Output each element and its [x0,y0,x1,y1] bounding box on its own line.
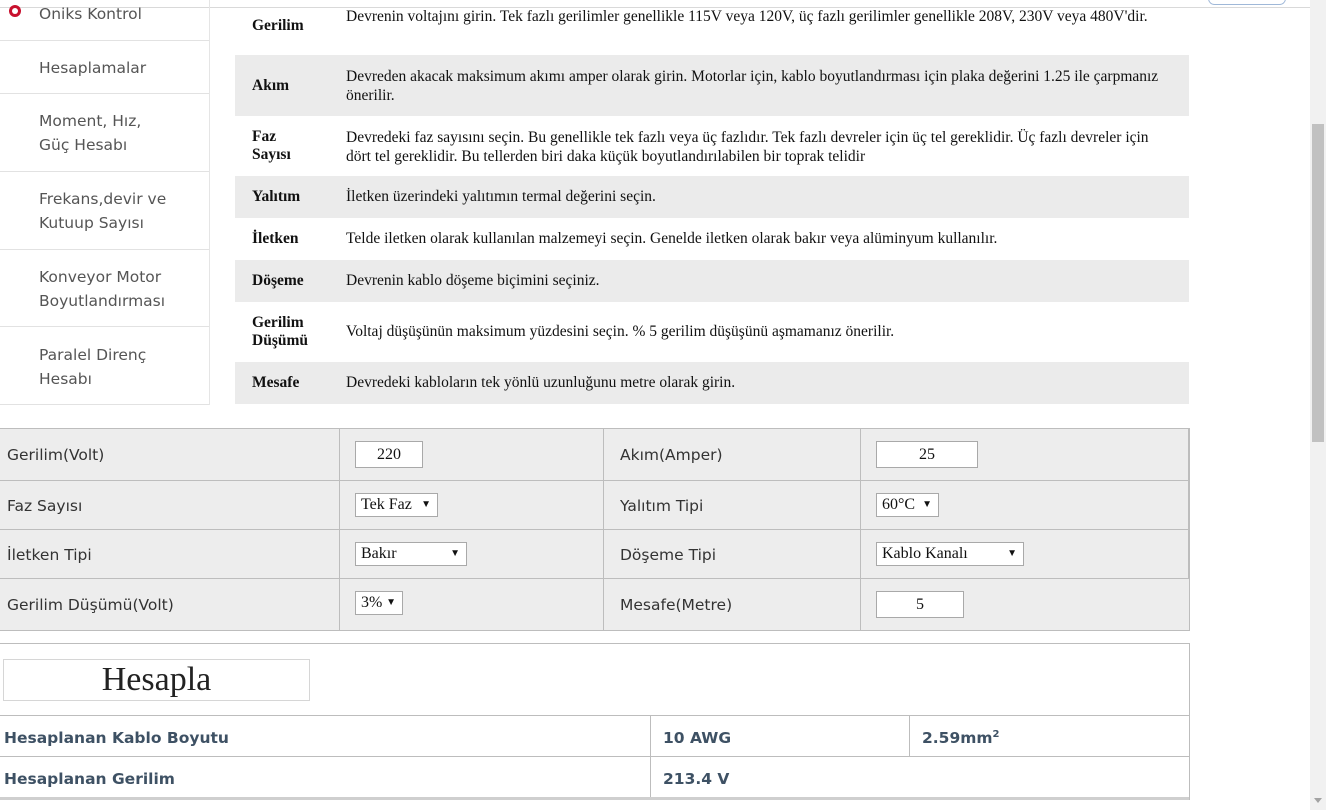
results-bottom-bar [0,797,1189,800]
sidebar-item-label: Frekans,devir ve Kutuup Sayısı [39,190,167,232]
info-row: Faz Sayısı Devredeki faz sayısını seçin.… [235,116,1189,176]
info-row: İletken Telde iletken olarak kullanılan … [235,218,1189,260]
caret-down-icon: ▼ [1007,548,1017,559]
info-desc: İletken üzerindeki yalıtımın termal değe… [346,188,656,205]
distance-input[interactable]: 5 [876,591,964,618]
sidebar: Oniks Kontrol Hesaplamalar Moment, Hız, … [0,0,210,405]
distance-label: Mesafe(Metre) [620,596,733,614]
install-select-value: Kablo Kanalı [882,545,968,562]
caret-down-icon: ▼ [421,499,431,510]
voltage-result-value: 213.4 V [663,770,730,788]
info-label: Döşeme [252,272,304,289]
form-cell: 220 [340,429,604,481]
info-label: Gerilim [252,17,304,34]
info-label: Mesafe [252,374,300,391]
sidebar-item-label: Oniks Kontrol [39,5,142,23]
info-desc: Devredeki kabloların tek yönlü uzunluğun… [346,374,736,391]
info-label: Faz Sayısı [252,128,291,163]
form-cell: Gerilim Düşümü(Volt) [0,579,340,631]
info-desc: Devreden akacak maksimum akımı amper ola… [346,68,1159,104]
browser-pill [1208,0,1286,5]
form-cell: Mesafe(Metre) [604,579,861,631]
phase-select-value: Tek Faz [361,496,412,513]
sidebar-item-label: Hesaplamalar [39,59,147,77]
form-cell: Döşeme Tipi [604,530,861,579]
info-label: Gerilim Düşümü [252,314,308,349]
calculate-button[interactable]: Hesapla [3,659,310,701]
info-desc: Devrenin kablo döşeme biçimini seçiniz. [346,272,600,289]
form-cell: Akım(Amper) [604,429,861,481]
info-label: Yalıtım [252,188,301,205]
sidebar-item-konveyor[interactable]: Konveyor Motor Boyutlandırması [0,250,209,327]
logo-icon [9,5,21,17]
voltage-result-label: Hesaplanan Gerilim [4,770,175,788]
phase-label: Faz Sayısı [7,497,83,515]
caret-down-icon: ▼ [450,548,460,559]
voltage-label: Gerilim(Volt) [7,446,105,464]
scroll-down-arrow-icon[interactable] [1314,798,1322,803]
cable-awg-value: 10 AWG [663,729,732,747]
sidebar-item-label: Konveyor Motor Boyutlandırması [39,268,166,310]
calculator-form: Gerilim(Volt) 220 Akım(Amper) 25 Faz Say… [0,428,1190,631]
divider [650,715,651,800]
form-cell: 3% ▼ [340,579,604,631]
install-select[interactable]: Kablo Kanalı ▼ [876,542,1024,566]
info-row: Mesafe Devredeki kabloların tek yönlü uz… [235,362,1189,404]
form-cell: 60°C ▼ [861,481,1189,530]
cable-mm2-value: 2.59mm2 [922,729,1000,747]
info-desc: Devredeki faz sayısını seçin. Bu genelli… [346,129,1149,165]
cable-mm2-number: 2.59mm [922,729,993,748]
info-row: Akım Devreden akacak maksimum akımı ampe… [235,55,1189,116]
divider [909,715,910,756]
info-label: Akım [252,77,290,94]
conductor-label: İletken Tipi [7,546,92,564]
form-cell: Bakır ▼ [340,530,604,579]
info-label: İletken [252,230,299,247]
insulation-label: Yalıtım Tipi [620,497,704,515]
drop-select-value: 3% [361,594,383,611]
info-row: Döşeme Devrenin kablo döşeme biçimini se… [235,260,1189,302]
sidebar-item-moment[interactable]: Moment, Hız, Güç Hesabı [0,94,209,172]
drop-select[interactable]: 3% ▼ [355,591,403,615]
form-cell: 5 [861,579,1189,631]
sidebar-item-hesaplamalar[interactable]: Hesaplamalar [0,41,209,94]
info-row: Gerilim Devrenin voltajını girin. Tek fa… [235,0,1189,55]
insulation-select[interactable]: 60°C ▼ [876,493,939,517]
sidebar-item-oniks[interactable]: Oniks Kontrol [0,0,209,40]
conductor-select[interactable]: Bakır ▼ [355,542,467,566]
current-input[interactable]: 25 [876,441,978,468]
cable-size-label: Hesaplanan Kablo Boyutu [4,729,229,747]
scrollbar-thumb[interactable] [1312,124,1324,442]
info-row: Yalıtım İletken üzerindeki yalıtımın ter… [235,176,1189,218]
cable-mm2-exponent: 2 [992,729,1000,740]
conductor-select-value: Bakır [361,545,397,562]
form-cell: Yalıtım Tipi [604,481,861,530]
form-cell: 25 [861,429,1189,481]
info-desc: Voltaj düşüşünün maksimum yüzdesini seçi… [346,323,895,340]
sidebar-item-label: Paralel Direnç Hesabı [39,346,147,388]
form-cell: Gerilim(Volt) [0,429,340,481]
insulation-select-value: 60°C [882,496,916,513]
sidebar-item-label: Moment, Hız, Güç Hesabı [39,112,142,154]
voltage-input[interactable]: 220 [355,441,423,468]
phase-select[interactable]: Tek Faz ▼ [355,493,438,517]
divider [0,756,1189,757]
drop-label: Gerilim Düşümü(Volt) [7,596,174,614]
info-row: Gerilim Düşümü Voltaj düşüşünün maksimum… [235,302,1189,362]
form-cell: Tek Faz ▼ [340,481,604,530]
info-desc: Devrenin voltajını girin. Tek fazlı geri… [346,8,1148,25]
install-label: Döşeme Tipi [620,546,717,564]
divider [0,715,1189,716]
form-cell: Faz Sayısı [0,481,340,530]
form-cell: İletken Tipi [0,530,340,579]
caret-down-icon: ▼ [386,597,396,608]
vertical-scrollbar[interactable] [1310,0,1326,810]
sidebar-item-frekans[interactable]: Frekans,devir ve Kutuup Sayısı [0,172,209,250]
form-cell: Kablo Kanalı ▼ [861,530,1189,579]
results-panel: Hesapla Hesaplanan Kablo Boyutu 10 AWG 2… [0,643,1190,800]
current-label: Akım(Amper) [620,446,723,464]
info-desc: Telde iletken olarak kullanılan malzemey… [346,230,998,247]
caret-down-icon: ▼ [922,499,932,510]
sidebar-item-paralel[interactable]: Paralel Direnç Hesabı [0,327,209,405]
